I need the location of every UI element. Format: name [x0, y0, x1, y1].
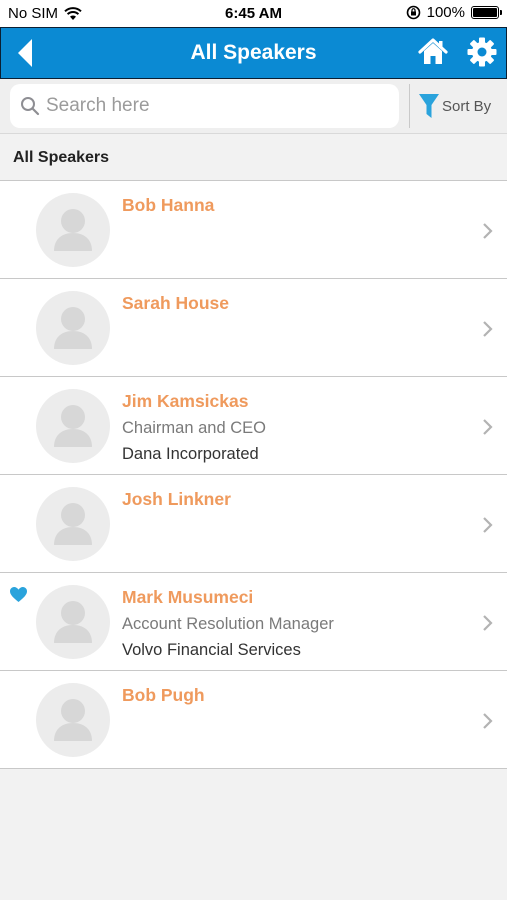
speaker-row[interactable]: Bob Hanna	[0, 181, 507, 279]
home-icon[interactable]	[417, 36, 449, 68]
person-placeholder-icon	[54, 209, 92, 251]
person-placeholder-icon	[54, 503, 92, 545]
search-input[interactable]	[46, 90, 386, 122]
speaker-company: Dana Incorporated	[122, 445, 259, 463]
speaker-name: Bob Pugh	[122, 685, 205, 705]
divider	[409, 84, 410, 128]
chevron-right-icon	[483, 615, 493, 631]
battery-icon	[471, 6, 502, 19]
avatar	[36, 193, 110, 267]
avatar	[36, 585, 110, 659]
chevron-right-icon	[483, 321, 493, 337]
section-title: All Speakers	[13, 149, 110, 166]
chevron-right-icon	[483, 713, 493, 729]
heart-icon[interactable]	[9, 586, 28, 603]
sort-by-button[interactable]: Sort By	[418, 91, 503, 121]
chevron-right-icon	[483, 517, 493, 533]
person-placeholder-icon	[54, 307, 92, 349]
speaker-role: Account Resolution Manager	[122, 615, 334, 633]
search-field[interactable]	[10, 84, 399, 128]
speaker-name: Josh Linkner	[122, 489, 231, 509]
gear-icon[interactable]	[466, 36, 498, 68]
avatar	[36, 389, 110, 463]
person-placeholder-icon	[54, 601, 92, 643]
status-bar: No SIM 6:45 AM 100%	[0, 0, 507, 27]
person-placeholder-icon	[54, 699, 92, 741]
speaker-name: Sarah House	[122, 293, 229, 313]
speaker-row[interactable]: Josh Linkner	[0, 475, 507, 573]
speaker-row[interactable]: Mark Musumeci Account Resolution Manager…	[0, 573, 507, 671]
section-header: All Speakers	[0, 134, 507, 181]
person-placeholder-icon	[54, 405, 92, 447]
nav-bar: All Speakers	[0, 27, 507, 79]
status-right: 100%	[406, 4, 502, 21]
chevron-right-icon	[483, 419, 493, 435]
search-icon	[21, 97, 40, 116]
avatar	[36, 291, 110, 365]
sort-by-label: Sort By	[442, 97, 492, 115]
orientation-lock-icon	[406, 5, 420, 20]
avatar	[36, 683, 110, 757]
speaker-name: Bob Hanna	[122, 195, 215, 215]
speaker-name: Mark Musumeci	[122, 587, 254, 607]
speaker-list: Bob Hanna Sarah House Jim Kamsickas Chai…	[0, 181, 507, 769]
chevron-right-icon	[483, 223, 493, 239]
speaker-role: Chairman and CEO	[122, 419, 266, 437]
speaker-name: Jim Kamsickas	[122, 391, 249, 411]
speaker-row[interactable]: Sarah House	[0, 279, 507, 377]
speaker-row[interactable]: Jim Kamsickas Chairman and CEO Dana Inco…	[0, 377, 507, 475]
avatar	[36, 487, 110, 561]
speaker-row[interactable]: Bob Pugh	[0, 671, 507, 769]
filter-icon	[419, 94, 439, 118]
battery-percent: 100%	[426, 4, 465, 21]
search-bar: Sort By	[0, 79, 507, 134]
speaker-company: Volvo Financial Services	[122, 641, 301, 659]
